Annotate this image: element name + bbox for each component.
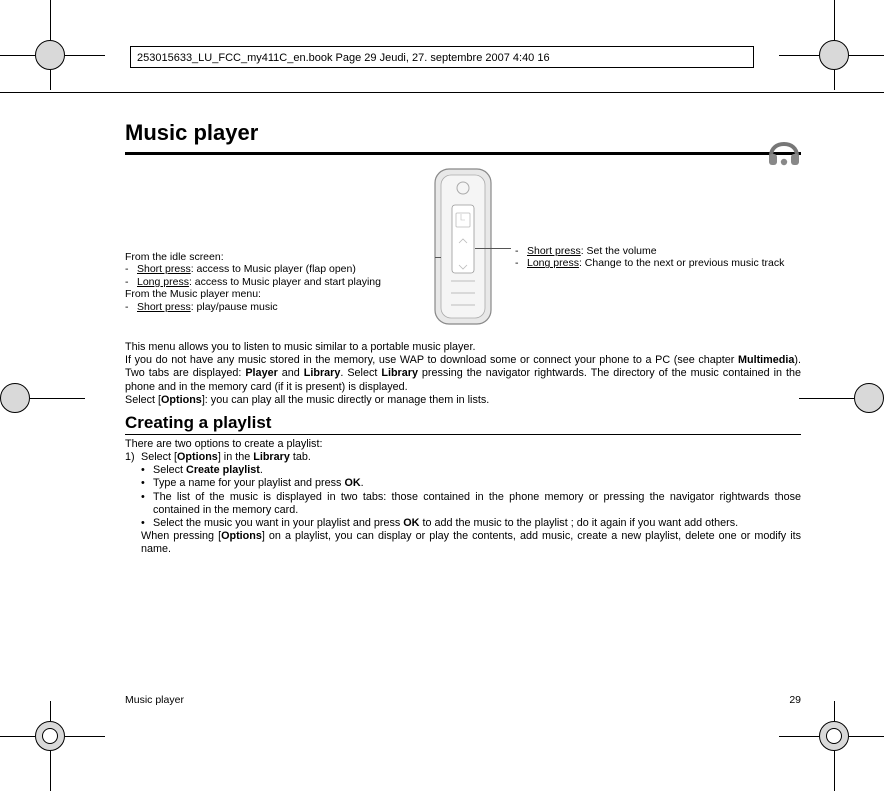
footer-page-number: 29 <box>789 694 801 706</box>
list-intro: There are two options to create a playli… <box>125 438 801 451</box>
list-item: •The list of the music is displayed in t… <box>125 491 801 517</box>
short-press-label: Short press <box>137 301 191 313</box>
crop-mark <box>20 706 80 766</box>
callout-text: : Change to the next or previous music t… <box>579 257 784 269</box>
list-item: •Select Create playlist. <box>125 464 801 477</box>
title-rule <box>125 152 801 155</box>
list-item: 1) Select [Options] in the Library tab. <box>125 451 801 464</box>
callout-text: : Set the volume <box>581 245 657 257</box>
crop-mark <box>0 368 60 428</box>
callout-text: : play/pause music <box>191 301 278 313</box>
crop-mark <box>804 706 864 766</box>
left-callout: From the idle screen: -Short press: acce… <box>125 251 435 313</box>
callout-text: From the idle screen: <box>125 251 435 263</box>
crop-mark <box>824 368 884 428</box>
long-press-label: Long press <box>137 276 189 288</box>
page-divider <box>0 92 884 93</box>
playlist-instructions: There are two options to create a playli… <box>125 438 801 557</box>
list-note: When pressing [Options] on a playlist, y… <box>125 530 801 556</box>
body-paragraphs: This menu allows you to listen to music … <box>125 341 801 407</box>
crop-mark <box>804 25 864 85</box>
crop-mark <box>20 25 80 85</box>
list-item: •Select the music you want in your playl… <box>125 517 801 530</box>
page-footer: Music player 29 <box>125 694 801 706</box>
callout-text: : access to Music player and start playi… <box>189 276 381 288</box>
page-title: Music player <box>125 120 801 146</box>
long-press-label: Long press <box>527 257 579 269</box>
document-header-path: 253015633_LU_FCC_my411C_en.book Page 29 … <box>130 46 754 68</box>
footer-left: Music player <box>125 694 184 706</box>
short-press-label: Short press <box>527 245 581 257</box>
body-line: Select [Options]: you can play all the m… <box>125 394 801 407</box>
callout-text: From the Music player menu: <box>125 288 435 300</box>
callout-text: : access to Music player (flap open) <box>191 263 356 275</box>
section-heading: Creating a playlist <box>125 413 801 435</box>
body-line: This menu allows you to listen to music … <box>125 341 801 354</box>
right-callout: -Short press: Set the volume -Long press… <box>515 245 805 270</box>
short-press-label: Short press <box>137 263 191 275</box>
phone-diagram: From the idle screen: -Short press: acce… <box>125 165 801 335</box>
list-item: •Type a name for your playlist and press… <box>125 477 801 490</box>
body-line: If you do not have any music stored in t… <box>125 354 801 394</box>
